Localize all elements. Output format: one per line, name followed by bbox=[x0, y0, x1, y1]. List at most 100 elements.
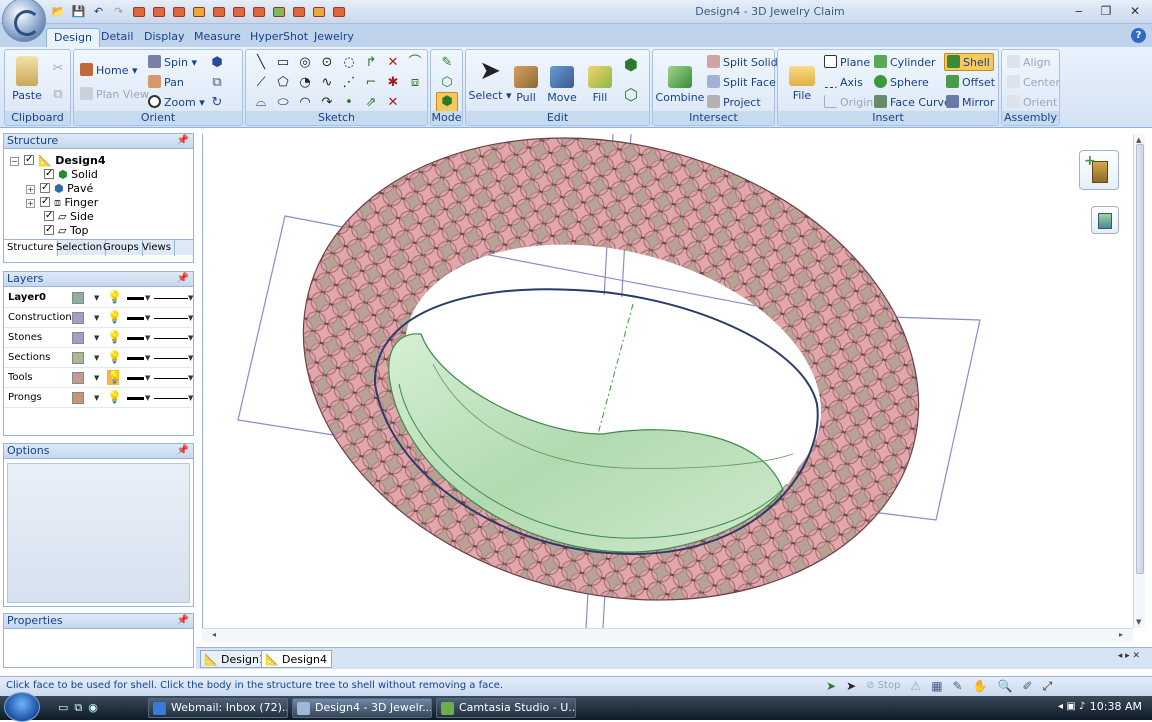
pointer-green-icon[interactable]: ➤ bbox=[826, 677, 836, 695]
browser-icon[interactable]: ◉ bbox=[88, 701, 98, 715]
quick-view-button[interactable]: + bbox=[1079, 150, 1119, 190]
tab-groups[interactable]: Groups bbox=[100, 240, 143, 256]
split-line-icon[interactable]: ✕ bbox=[384, 94, 402, 112]
taskbar-design4[interactable]: Design4 - 3D Jewelr... bbox=[292, 698, 432, 718]
pointer-icon[interactable]: ➤ bbox=[846, 677, 856, 695]
layer-color-swatch[interactable] bbox=[72, 392, 84, 404]
chevron-down-icon[interactable]: ▼ bbox=[145, 388, 150, 408]
orient-assembly-button[interactable]: Orient bbox=[1007, 94, 1057, 112]
tangent-line-icon[interactable]: ⟋ bbox=[252, 74, 270, 92]
tree-item-solid[interactable]: ⬢ Solid bbox=[44, 167, 98, 182]
offset-button[interactable]: Offset bbox=[946, 74, 995, 92]
scroll-right-icon[interactable]: ▸ bbox=[1119, 630, 1123, 639]
layer-row[interactable]: Tools ▼ 💡 ▼ ▼ bbox=[4, 368, 193, 388]
tab-display[interactable]: Display bbox=[137, 28, 192, 47]
pin-icon[interactable]: 📌 bbox=[177, 444, 189, 458]
chevron-down-icon[interactable]: ▼ bbox=[145, 328, 150, 348]
sketch-pen-icon[interactable]: ✐ bbox=[1023, 677, 1033, 695]
split-face-button[interactable]: Split Face bbox=[707, 74, 776, 92]
tab-detail[interactable]: Detail bbox=[94, 28, 140, 47]
tab-jewelry[interactable]: Jewelry bbox=[307, 28, 361, 47]
layer-row[interactable]: Stones ▼ 💡 ▼ ▼ bbox=[4, 328, 193, 348]
plan-view-button[interactable]: Plan View bbox=[80, 86, 149, 104]
chevron-down-icon[interactable]: ▼ bbox=[145, 368, 150, 388]
line-weight-icon[interactable] bbox=[127, 297, 144, 300]
curve-tool-icon[interactable]: ⌒ bbox=[406, 54, 424, 72]
3d-mode-icon[interactable]: ⬢ bbox=[436, 92, 458, 112]
visibility-checkbox[interactable] bbox=[40, 181, 50, 195]
tab-design[interactable]: Design bbox=[46, 28, 100, 47]
layer-name[interactable]: Construction bbox=[8, 308, 72, 328]
arc-tangent-icon[interactable]: ⌓ bbox=[252, 94, 270, 112]
bend-tool-icon[interactable]: ↷ bbox=[318, 94, 336, 112]
chevron-down-icon[interactable]: ▼ bbox=[188, 348, 193, 368]
tray-icons[interactable]: ◂ ▣ ♪ bbox=[1058, 701, 1085, 712]
layer-row[interactable]: Prongs ▼ 💡 ▼ ▼ bbox=[4, 388, 193, 408]
line-weight-icon[interactable] bbox=[127, 397, 144, 400]
ring-model[interactable] bbox=[203, 133, 1135, 629]
layer-row[interactable]: Layer0 ▼ 💡 ▼ ▼ bbox=[4, 288, 193, 308]
view-toggle-button[interactable] bbox=[1091, 206, 1119, 234]
project-curve-icon[interactable]: ⇗ bbox=[362, 94, 380, 112]
tab-hypershot[interactable]: HyperShot bbox=[243, 28, 315, 47]
chevron-down-icon[interactable]: ▼ bbox=[188, 288, 193, 308]
pen-icon[interactable]: ✎ bbox=[953, 677, 963, 695]
doc-tab-design4[interactable]: 📐 Design4 bbox=[261, 650, 332, 668]
scroll-thumb[interactable] bbox=[1136, 144, 1144, 574]
view-rotate-icon[interactable]: ↻ bbox=[208, 94, 226, 112]
line-weight-icon[interactable] bbox=[127, 357, 144, 360]
lightbulb-icon[interactable]: 💡 bbox=[107, 390, 122, 405]
view-projection-icon[interactable]: ⧉ bbox=[208, 74, 226, 92]
layer-name[interactable]: Layer0 bbox=[8, 288, 46, 308]
polygon-tool-icon[interactable]: ⬠ bbox=[274, 74, 292, 92]
line-style-icon[interactable] bbox=[154, 338, 188, 339]
layer-name[interactable]: Stones bbox=[8, 328, 42, 348]
expand-icon[interactable]: + bbox=[26, 185, 35, 194]
spin-button[interactable]: Spin ▾ bbox=[148, 54, 197, 72]
line-weight-icon[interactable] bbox=[127, 337, 144, 340]
tree-item-finger[interactable]: +⧈ Finger bbox=[26, 195, 98, 210]
combine-button[interactable]: Combine bbox=[655, 64, 705, 104]
3d-viewport[interactable]: + bbox=[202, 133, 1135, 629]
chevron-down-icon[interactable]: ▼ bbox=[145, 348, 150, 368]
scroll-down-icon[interactable]: ▼ bbox=[1136, 618, 1141, 626]
chevron-down-icon[interactable]: ▼ bbox=[145, 288, 150, 308]
pin-icon[interactable]: 📌 bbox=[177, 272, 189, 286]
face-curve-button[interactable]: Face Curve bbox=[874, 94, 951, 112]
section-mode-icon[interactable]: ⬡ bbox=[438, 74, 456, 92]
lightbulb-icon[interactable]: 💡 bbox=[107, 350, 122, 365]
layer-row[interactable]: Construction ▼ 💡 ▼ ▼ bbox=[4, 308, 193, 328]
chevron-down-icon[interactable]: ▼ bbox=[94, 348, 99, 368]
view-cube-icon[interactable]: ⬢ bbox=[208, 54, 226, 72]
fillet-tool-icon[interactable]: ⌐ bbox=[362, 74, 380, 92]
trim-tool-icon[interactable]: ↱ bbox=[362, 54, 380, 72]
cut-icon[interactable]: ✂ bbox=[49, 60, 67, 78]
replace-icon[interactable]: ⬢ bbox=[622, 56, 640, 74]
line-style-icon[interactable] bbox=[154, 298, 188, 299]
line-tool-icon[interactable]: ╲ bbox=[252, 54, 270, 72]
rectangle-tool-icon[interactable]: ▭ bbox=[274, 54, 292, 72]
chevron-down-icon[interactable]: ▼ bbox=[94, 368, 99, 388]
vertical-scrollbar[interactable]: ▲ ▼ bbox=[1133, 134, 1145, 628]
line-style-icon[interactable] bbox=[154, 398, 188, 399]
tree-item-pave[interactable]: +⬢ Pavé bbox=[26, 181, 93, 196]
chevron-down-icon[interactable]: ▼ bbox=[94, 308, 99, 328]
lightbulb-icon[interactable]: 💡 bbox=[107, 290, 122, 305]
zoom-button[interactable]: Zoom ▾ bbox=[148, 94, 205, 112]
axis-button[interactable]: Axis bbox=[824, 74, 863, 92]
chevron-down-icon[interactable]: ▼ bbox=[94, 328, 99, 348]
layer-name[interactable]: Sections bbox=[8, 348, 50, 368]
tab-views[interactable]: Views bbox=[139, 240, 175, 256]
collapse-icon[interactable]: − bbox=[10, 157, 19, 166]
clock[interactable]: 10:38 AM bbox=[1090, 700, 1142, 713]
ellipse-center-icon[interactable]: ⬭ bbox=[274, 94, 292, 112]
fill-button[interactable]: Fill bbox=[578, 64, 622, 104]
center-button[interactable]: Center bbox=[1007, 74, 1060, 92]
expand-icon[interactable]: + bbox=[26, 199, 35, 208]
stop-button[interactable]: ⊘ Stop bbox=[866, 677, 900, 695]
home-button[interactable]: Home ▾ bbox=[80, 62, 138, 80]
circle-tool-icon[interactable]: ◎ bbox=[296, 54, 314, 72]
line-style-icon[interactable] bbox=[154, 378, 188, 379]
tab-selection[interactable]: Selection bbox=[53, 240, 107, 256]
ellipse-tool-icon[interactable]: ◌ bbox=[340, 54, 358, 72]
